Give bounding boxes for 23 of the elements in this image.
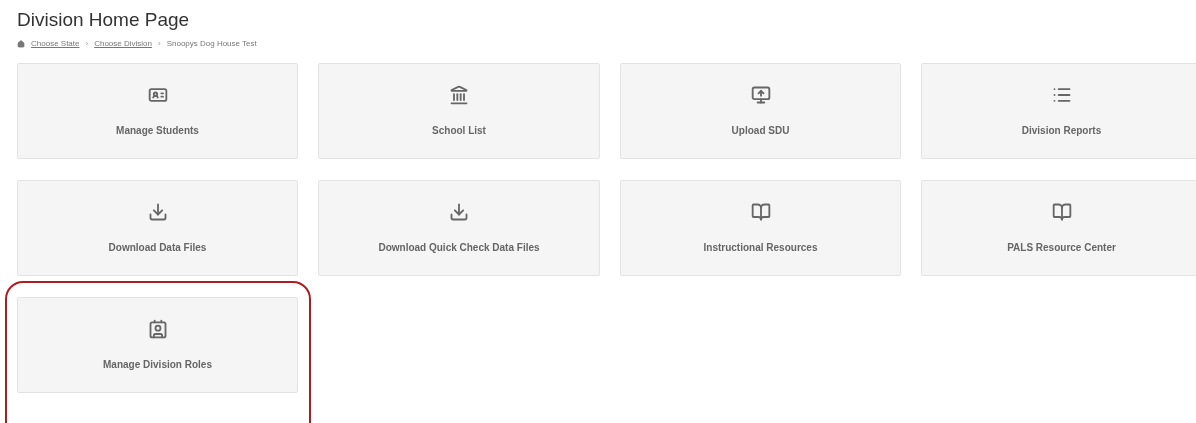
- tile-button[interactable]: Manage Division Roles: [17, 297, 298, 393]
- upload-icon: [750, 84, 771, 105]
- breadcrumb-separator: ›: [157, 38, 161, 50]
- id-badge-icon: [147, 318, 168, 339]
- download-icon: [147, 201, 168, 222]
- tile-button[interactable]: School List: [318, 63, 600, 159]
- tile-button[interactable]: Download Quick Check Data Files: [318, 180, 600, 276]
- breadcrumb-link[interactable]: Choose State: [31, 38, 80, 50]
- book-icon: [1051, 201, 1072, 222]
- bank-building-icon: [449, 84, 469, 105]
- tile-button[interactable]: Upload SDU: [620, 63, 901, 159]
- breadcrumb-separator: ›: [85, 38, 89, 50]
- tile-button[interactable]: PALS Resource Center: [921, 180, 1196, 276]
- tile-button[interactable]: Manage Students: [17, 63, 298, 159]
- tile-button[interactable]: Instructional Resources: [620, 180, 901, 276]
- home-icon: [17, 40, 25, 48]
- page-title: Division Home Page: [17, 8, 190, 32]
- tile-button[interactable]: Division Reports: [921, 63, 1196, 159]
- breadcrumb-current: Snoopys Dog House Test: [166, 38, 257, 50]
- download-icon: [449, 201, 469, 222]
- breadcrumb-link[interactable]: Choose Division: [94, 38, 152, 50]
- book-icon: [750, 201, 771, 222]
- tile-button[interactable]: Download Data Files: [17, 180, 298, 276]
